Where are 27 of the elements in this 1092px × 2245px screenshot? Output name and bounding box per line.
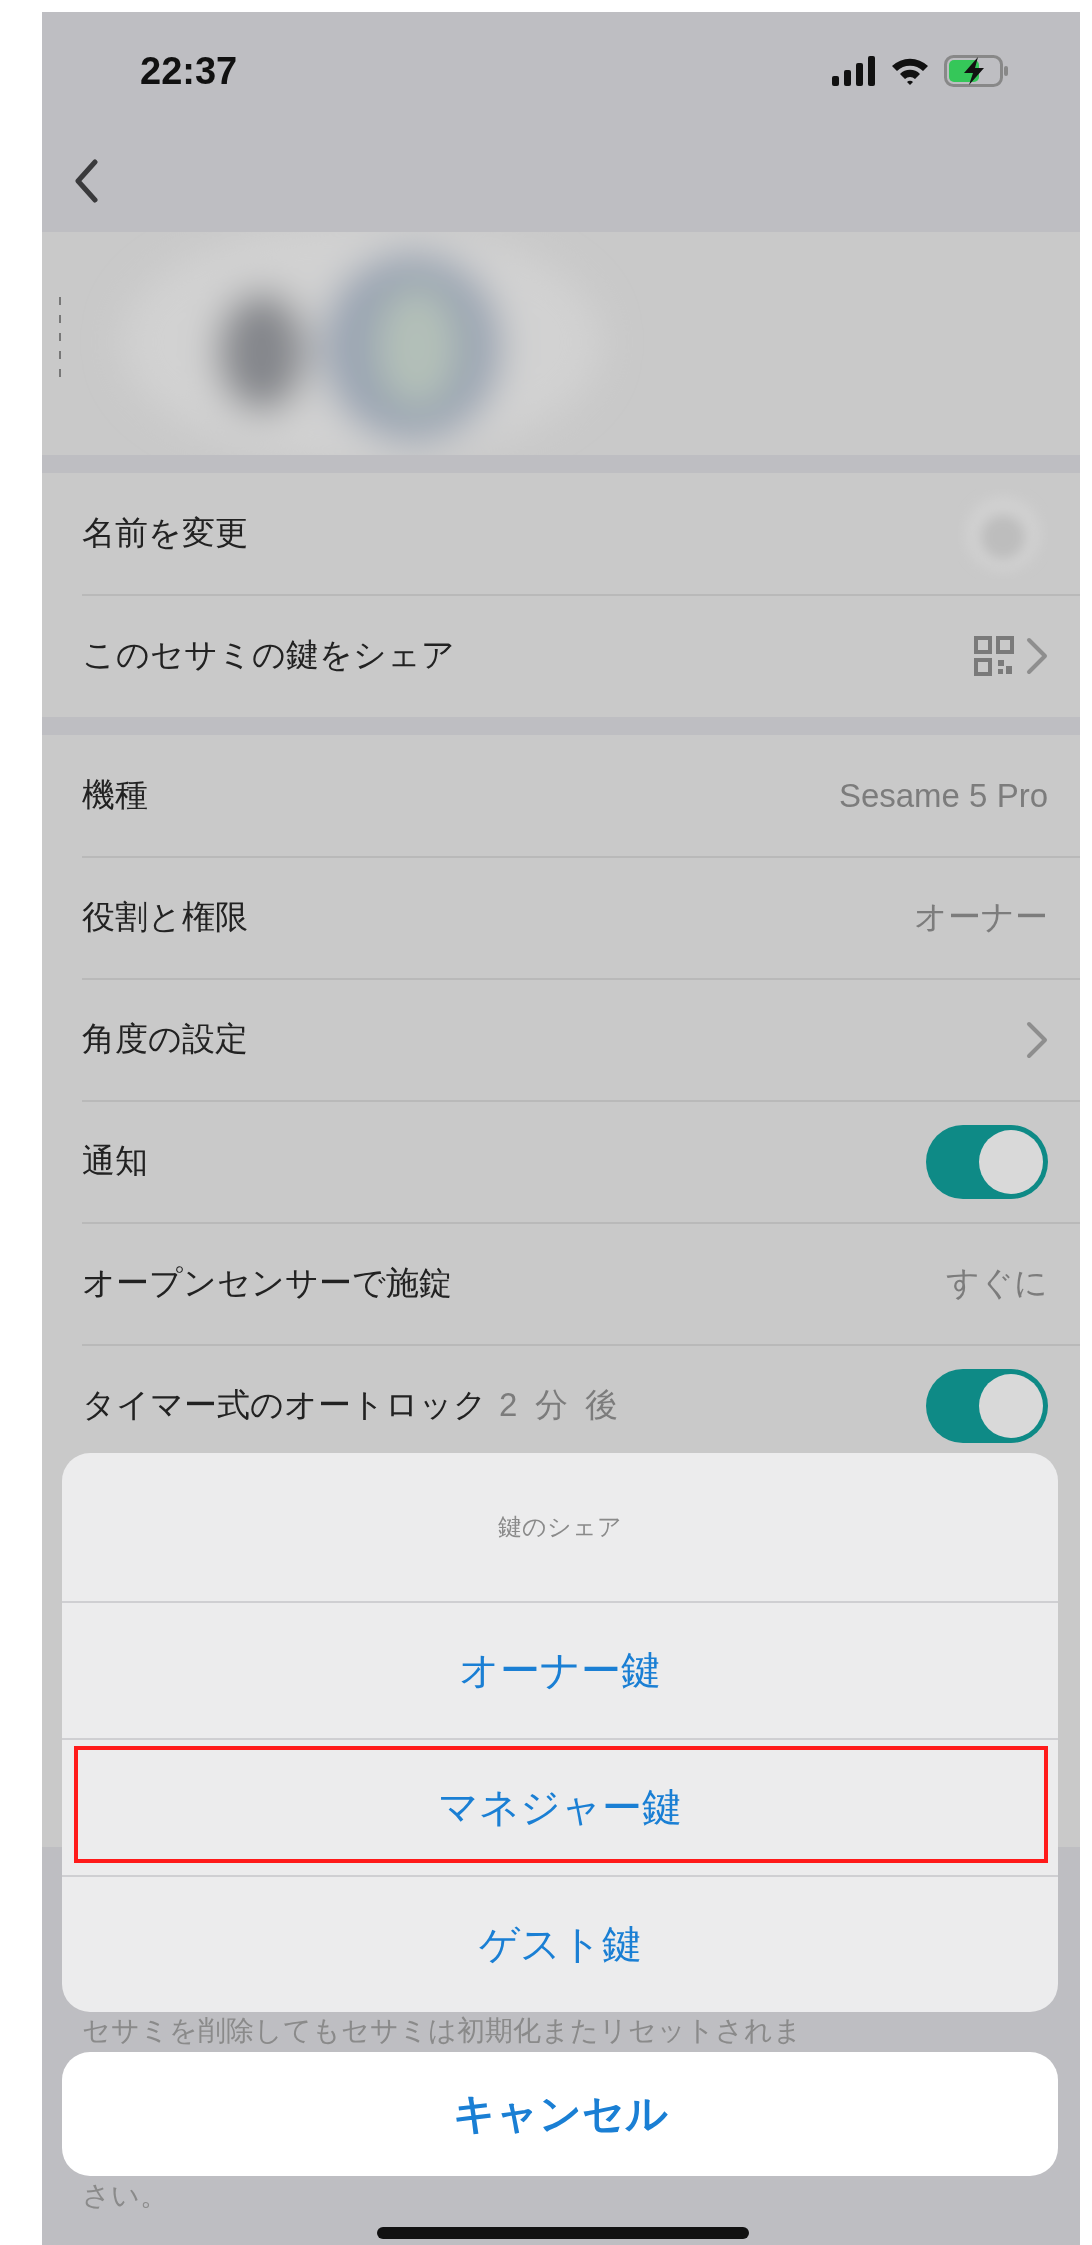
footer-text: セサミを削除してもセサミは初期化またリセットされま [82,2015,802,2047]
battery-charging-icon [944,55,1010,87]
row-value: オーナー [914,897,1048,937]
row-label[interactable]: 通知 [82,1139,148,1184]
row-label[interactable]: 名前を変更 [82,511,248,556]
row-label[interactable]: タイマー式のオートロック [82,1383,487,1428]
wifi-icon [890,56,930,86]
back-icon[interactable] [74,159,98,203]
row-label[interactable]: 角度の設定 [82,1017,248,1062]
row-label[interactable]: 機種 [82,773,148,818]
row-label[interactable]: オープンセンサーで施錠 [82,1261,452,1306]
status-time: 22:37 [140,49,238,93]
row-value: すぐに [946,1263,1048,1303]
cancel-button[interactable]: キャンセル [62,2052,1058,2176]
sheet-option[interactable]: オーナー鍵 [62,1603,1058,1738]
row-note: 2 分 後 [499,1385,622,1425]
row-label[interactable]: 役割と権限 [82,895,248,940]
chevron-right-icon[interactable] [1026,1020,1048,1059]
qr-code-icon[interactable] [974,635,1014,676]
row-label[interactable]: このセサミの鍵をシェア [82,633,455,678]
chevron-right-icon[interactable] [1026,636,1048,675]
footer-text: さい。 [82,2180,168,2212]
sheet-title: 鍵のシェア [62,1453,1058,1603]
sheet-option[interactable]: ゲスト鍵 [62,1877,1058,2012]
signal-icon [832,56,876,86]
sheet-option[interactable]: マネジャー鍵 [62,1740,1058,1875]
row-value: Sesame 5 Pro [838,776,1048,815]
